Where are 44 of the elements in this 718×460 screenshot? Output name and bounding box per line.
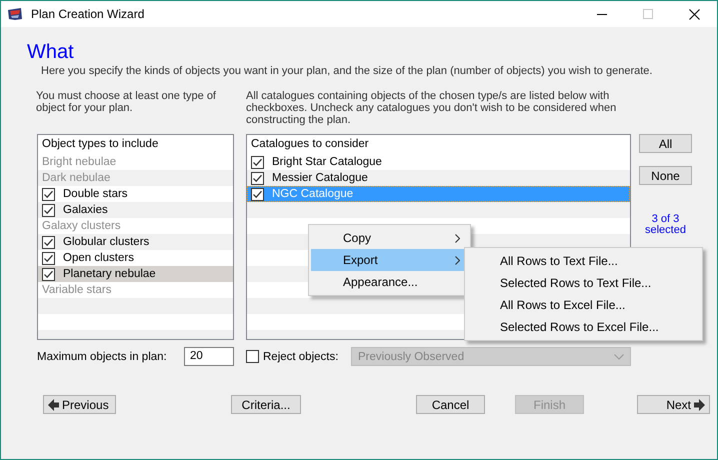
checkbox-label: Reject objects: [263, 350, 340, 362]
checkbox[interactable] [251, 188, 264, 200]
checkbox[interactable] [42, 252, 55, 264]
list-item[interactable]: Messier Catalogue [247, 170, 630, 186]
field-label: Maximum objects in plan: [37, 350, 168, 362]
list-item[interactable]: Double stars [38, 186, 233, 202]
menu-item[interactable]: Copy [311, 227, 468, 249]
list-header: Catalogues to consider [250, 137, 370, 152]
checkbox[interactable] [251, 172, 264, 184]
app-icon [7, 7, 23, 21]
checkbox[interactable] [42, 204, 55, 216]
input-field[interactable]: 20 [184, 347, 234, 366]
dialog-button[interactable]: Criteria... [231, 395, 301, 414]
arrow-right-icon [694, 398, 705, 410]
page-heading: What [27, 40, 75, 64]
menu-item[interactable]: All Rows to Excel File... [467, 294, 700, 316]
hint-text: You must choose at least one type of object for your plan. [36, 90, 217, 116]
selection-count: 3 of 3 selected [644, 214, 687, 236]
window-title: Plan Creation Wizard [31, 7, 144, 21]
checkbox[interactable] [42, 188, 55, 200]
checkbox[interactable] [42, 268, 55, 280]
list-item[interactable]: Bright Star Catalogue [247, 154, 630, 170]
list-header: Object types to include [41, 137, 160, 152]
list-item[interactable]: Globular clusters [38, 234, 233, 250]
menu-item[interactable]: Selected Rows to Text File... [467, 272, 700, 294]
chevron-down-icon [614, 354, 624, 360]
list-item[interactable]: Planetary nebulae [38, 266, 233, 282]
list-button[interactable]: All [639, 134, 692, 153]
previous-button[interactable]: Previous [43, 395, 116, 414]
menu-item[interactable]: Appearance... [311, 271, 468, 293]
checkbox[interactable] [42, 236, 55, 248]
hint-text: All catalogues containing objects of the chosen type/s are listed below with checkboxes. Uncheck any catalogues you don't wish to be considered when constructing the plan. [246, 90, 618, 126]
arrow-left-icon [48, 398, 59, 410]
intro-text: Here you specify the kinds of objects you want in your plan, and the size of the plan (number of objects) you wish to generate. [41, 65, 654, 78]
menu-item[interactable]: Selected Rows to Excel File... [467, 316, 700, 338]
dialog-button[interactable]: Cancel [416, 395, 485, 414]
checkbox[interactable] [251, 156, 264, 168]
list-item[interactable]: Galaxies [38, 202, 233, 218]
menu-item[interactable]: All Rows to Text File... [467, 250, 700, 272]
list-item[interactable]: Open clusters [38, 250, 233, 266]
list-button[interactable]: None [639, 166, 692, 185]
next-button[interactable]: Next [637, 395, 710, 414]
close-icon[interactable] [688, 8, 700, 20]
checkbox[interactable] [246, 350, 259, 363]
